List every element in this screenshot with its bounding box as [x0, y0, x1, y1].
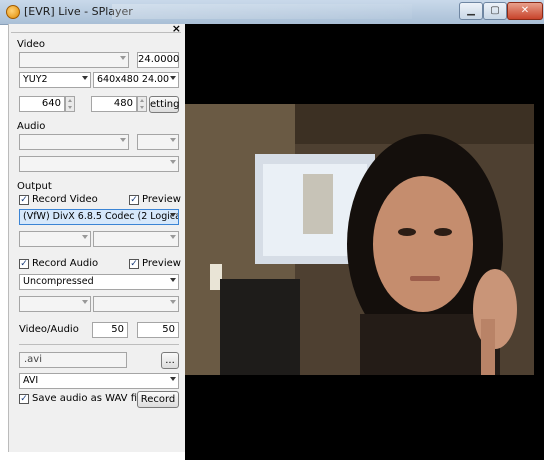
title-bar: [EVR] Live - SPlayer ▁ ▢ ✕	[0, 0, 544, 25]
video-height-input[interactable]: 480	[91, 96, 137, 112]
video-codec-option-combo-1[interactable]	[19, 231, 91, 247]
audio-buffer-input[interactable]: 50	[137, 322, 179, 338]
chevron-down-icon	[170, 76, 176, 80]
video-section-label: Video	[17, 39, 46, 50]
chevron-down-icon	[170, 213, 176, 217]
chevron-down-icon	[120, 138, 126, 142]
container-format-combo[interactable]: AVI	[19, 373, 179, 389]
file-section-divider	[19, 344, 179, 345]
chevron-down-icon	[82, 235, 88, 239]
audio-codec-value: Uncompressed	[23, 276, 94, 287]
chevron-down-icon	[120, 56, 126, 60]
chevron-down-icon	[82, 300, 88, 304]
close-window-button[interactable]: ✕	[507, 2, 543, 20]
video-codec-option-combo-2[interactable]	[93, 231, 179, 247]
background-taskbar-glow	[112, 4, 412, 19]
audio-codec-combo[interactable]: Uncompressed	[19, 274, 179, 290]
video-device-combo[interactable]	[19, 52, 129, 68]
save-wav-checkbox[interactable]: ✓	[19, 394, 29, 404]
audio-format-combo[interactable]	[19, 156, 179, 172]
audio-codec-option-combo-2[interactable]	[93, 296, 179, 312]
splayer-app-icon	[6, 5, 20, 19]
webcam-frame-drawing	[185, 104, 534, 375]
video-width-spinner[interactable]	[65, 96, 75, 112]
preview-video-checkbox[interactable]: ✓	[129, 195, 139, 205]
video-format-value: YUY2	[23, 74, 48, 85]
maximize-button[interactable]: ▢	[483, 2, 507, 20]
chevron-down-icon	[170, 278, 176, 282]
output-file-input[interactable]: .avi	[19, 352, 127, 368]
browse-button[interactable]: ...	[161, 352, 179, 369]
video-codec-combo[interactable]: (VfW) DivX 6.8.5 Codec (2 Logical	[19, 209, 179, 225]
video-format-combo[interactable]: YUY2	[19, 72, 91, 88]
record-video-checkbox[interactable]: ✓	[19, 195, 29, 205]
chevron-down-icon	[170, 377, 176, 381]
video-resolution-value: 640x480 24.00	[97, 74, 170, 85]
audio-device-combo[interactable]	[19, 134, 129, 150]
chevron-down-icon	[170, 300, 176, 304]
minimize-button[interactable]: ▁	[459, 2, 483, 20]
audio-second-combo[interactable]	[137, 134, 179, 150]
video-preview-area	[185, 24, 544, 460]
video-setting-button[interactable]: etting	[149, 96, 179, 113]
video-height-spinner[interactable]	[137, 96, 147, 112]
panel-header-divider	[11, 32, 181, 33]
chevron-down-icon	[170, 235, 176, 239]
chevron-down-icon	[82, 76, 88, 80]
fps-input[interactable]: 24.0000	[137, 52, 179, 68]
save-wav-label: Save audio as WAV file	[32, 393, 146, 404]
output-section-label: Output	[17, 181, 52, 192]
video-codec-value: (VfW) DivX 6.8.5 Codec (2 Logical	[23, 211, 179, 222]
preview-audio-checkbox[interactable]: ✓	[129, 259, 139, 269]
video-audio-buffer-label: Video/Audio	[19, 324, 79, 335]
video-width-input[interactable]: 640	[19, 96, 65, 112]
record-button[interactable]: Record	[137, 391, 179, 408]
record-video-label: Record Video	[32, 194, 98, 205]
chevron-down-icon	[170, 160, 176, 164]
panel-header: ×	[9, 23, 185, 34]
webcam-preview-image	[185, 104, 534, 375]
capture-settings-panel: × Video 24.0000 YUY2 640x480 24.00 640 4…	[8, 23, 186, 452]
container-format-value: AVI	[23, 375, 39, 386]
video-resolution-combo[interactable]: 640x480 24.00	[93, 72, 179, 88]
audio-codec-option-combo-1[interactable]	[19, 296, 91, 312]
record-audio-checkbox[interactable]: ✓	[19, 259, 29, 269]
audio-section-label: Audio	[17, 121, 46, 132]
record-audio-label: Record Audio	[32, 258, 99, 269]
chevron-down-icon	[170, 138, 176, 142]
preview-video-label: Preview	[142, 194, 181, 205]
video-buffer-input[interactable]: 50	[92, 322, 128, 338]
preview-audio-label: Preview	[142, 258, 181, 269]
